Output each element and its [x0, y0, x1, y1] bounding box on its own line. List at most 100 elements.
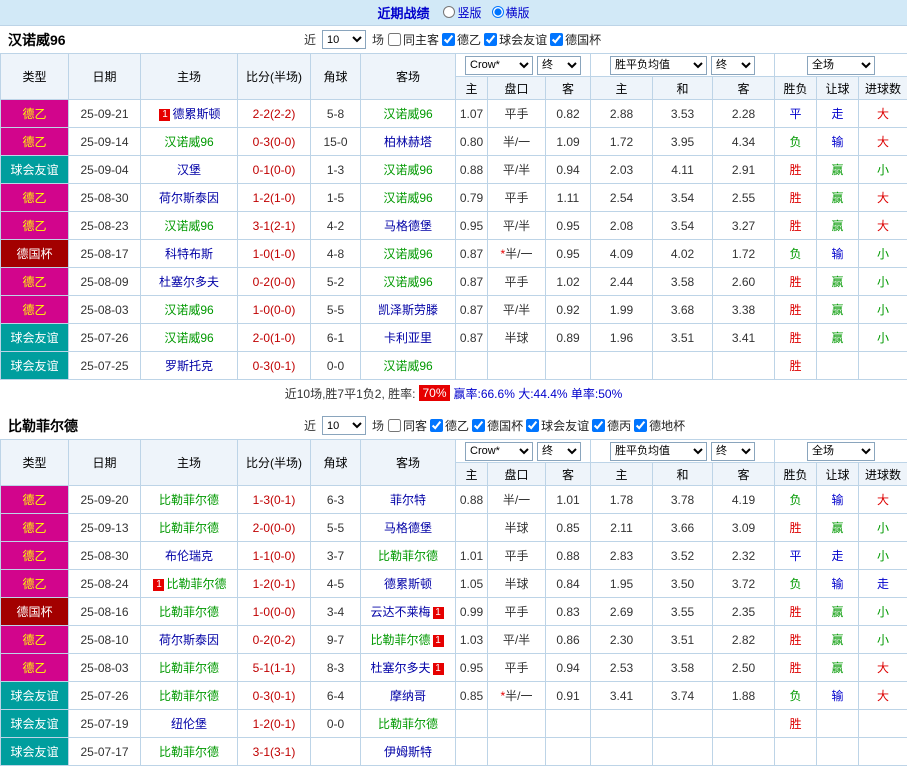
- match-date: 25-09-14: [69, 128, 141, 156]
- home-team-link[interactable]: 汉诺威96: [164, 331, 213, 345]
- filter-checkbox-label: 球会友谊: [541, 417, 589, 434]
- layout-option-horizontal[interactable]: 横版: [492, 4, 530, 21]
- home-team-link[interactable]: 汉诺威96: [164, 219, 213, 233]
- avg-home: 1.78: [591, 486, 653, 514]
- odds-final-select[interactable]: 终: [537, 56, 581, 75]
- home-team-link[interactable]: 汉诺威96: [164, 303, 213, 317]
- avg-type-select[interactable]: 胜平负均值: [610, 56, 707, 75]
- away-team-link[interactable]: 柏林赫塔: [384, 135, 432, 149]
- odds-home: 0.80: [456, 128, 488, 156]
- home-team-link[interactable]: 比勒菲尔德: [159, 521, 219, 535]
- avg-type-select[interactable]: 胜平负均值: [610, 442, 707, 461]
- match-corners: 0-0: [311, 710, 361, 738]
- home-team-link[interactable]: 纽伦堡: [171, 717, 207, 731]
- result-goals: 小: [859, 240, 907, 268]
- layout-option-vertical[interactable]: 竖版: [443, 4, 481, 21]
- home-team-link[interactable]: 比勒菲尔德: [159, 493, 219, 507]
- home-team-cell: 比勒菲尔德: [141, 598, 238, 626]
- home-team-link[interactable]: 杜塞尔多夫: [159, 275, 219, 289]
- scope-select[interactable]: 全场: [807, 56, 875, 75]
- home-team-link[interactable]: 荷尔斯泰因: [159, 191, 219, 205]
- away-team-link[interactable]: 摩纳哥: [390, 689, 426, 703]
- filter-checkbox[interactable]: 德乙: [430, 417, 469, 434]
- away-team-link[interactable]: 凯泽斯劳滕: [378, 303, 438, 317]
- away-team-link[interactable]: 杜塞尔多夫: [370, 661, 430, 675]
- filter-checkbox[interactable]: 德乙: [442, 31, 481, 48]
- result-wdl: 胜: [775, 514, 817, 542]
- away-team-link[interactable]: 马格德堡: [384, 219, 432, 233]
- filter-checkbox-label: 球会友谊: [499, 31, 547, 48]
- filter-checkbox[interactable]: 球会友谊: [484, 31, 547, 48]
- away-team-link[interactable]: 云达不莱梅: [370, 605, 430, 619]
- filter-checkbox-input[interactable]: [442, 33, 455, 46]
- home-team-link[interactable]: 罗斯托克: [165, 359, 213, 373]
- odds-away: 1.02: [546, 268, 591, 296]
- filter-checkbox[interactable]: 同客: [388, 417, 427, 434]
- away-team-link[interactable]: 比勒菲尔德: [370, 633, 430, 647]
- sub-col-header: 主: [591, 463, 653, 486]
- match-corners: 5-2: [311, 268, 361, 296]
- home-team-link[interactable]: 布伦瑞克: [165, 549, 213, 563]
- home-team-link[interactable]: 比勒菲尔德: [159, 661, 219, 675]
- filter-checkbox-input[interactable]: [430, 419, 443, 432]
- away-team-link[interactable]: 伊姆斯特: [384, 745, 432, 759]
- away-team-link[interactable]: 比勒菲尔德: [378, 549, 438, 563]
- bookmaker-select[interactable]: Crow*: [465, 56, 533, 75]
- home-team-link[interactable]: 比勒菲尔德: [159, 605, 219, 619]
- match-date: 25-08-24: [69, 570, 141, 598]
- filter-checkbox-input[interactable]: [388, 33, 401, 46]
- away-team-link[interactable]: 汉诺威96: [383, 247, 432, 261]
- filter-checkbox[interactable]: 德国杯: [472, 417, 523, 434]
- home-team-link[interactable]: 比勒菲尔德: [159, 745, 219, 759]
- home-team-link[interactable]: 德累斯顿: [172, 107, 220, 121]
- filter-checkbox-input[interactable]: [388, 419, 401, 432]
- home-team-link[interactable]: 比勒菲尔德: [166, 577, 226, 591]
- result-header-cell: 全场: [775, 440, 907, 463]
- away-team-link[interactable]: 汉诺威96: [383, 359, 432, 373]
- home-team-link[interactable]: 汉堡: [177, 163, 201, 177]
- away-team-link[interactable]: 菲尔特: [390, 493, 426, 507]
- avg-away: 2.35: [713, 598, 775, 626]
- scope-select[interactable]: 全场: [807, 442, 875, 461]
- avg-draw: 3.68: [653, 296, 713, 324]
- away-team-link[interactable]: 比勒菲尔德: [378, 717, 438, 731]
- avg-final-select[interactable]: 终: [711, 442, 755, 461]
- away-team-link[interactable]: 马格德堡: [384, 521, 432, 535]
- away-team-link[interactable]: 卡利亚里: [384, 331, 432, 345]
- match-date: 25-08-03: [69, 654, 141, 682]
- filter-checkbox[interactable]: 球会友谊: [526, 417, 589, 434]
- match-type: 德乙: [1, 128, 69, 156]
- layout-radio[interactable]: [492, 6, 504, 18]
- home-team-link[interactable]: 汉诺威96: [164, 135, 213, 149]
- home-team-link[interactable]: 科特布斯: [165, 247, 213, 261]
- recent-count-select[interactable]: 10: [322, 30, 366, 49]
- filter-checkbox-input[interactable]: [484, 33, 497, 46]
- away-team-link[interactable]: 汉诺威96: [383, 275, 432, 289]
- filter-checkbox[interactable]: 德国杯: [550, 31, 601, 48]
- col-header: 角球: [311, 54, 361, 100]
- home-team-link[interactable]: 荷尔斯泰因: [159, 633, 219, 647]
- filter-checkbox[interactable]: 德地杯: [634, 417, 685, 434]
- handicap: 平手: [488, 542, 546, 570]
- filter-checkbox-input[interactable]: [592, 419, 605, 432]
- away-team-link[interactable]: 汉诺威96: [383, 107, 432, 121]
- filter-checkbox[interactable]: 德丙: [592, 417, 631, 434]
- away-team-cell: 马格德堡: [361, 514, 456, 542]
- away-team-link[interactable]: 汉诺威96: [383, 163, 432, 177]
- sections-container: 汉诺威96近10场同主客德乙球会友谊德国杯类型日期主场比分(半场)角球客场Cro…: [0, 26, 907, 766]
- odds-away: 0.86: [546, 626, 591, 654]
- away-team-link[interactable]: 德累斯顿: [384, 577, 432, 591]
- filter-checkbox-input[interactable]: [550, 33, 563, 46]
- bookmaker-select[interactable]: Crow*: [465, 442, 533, 461]
- home-team-link[interactable]: 比勒菲尔德: [159, 689, 219, 703]
- away-team-link[interactable]: 汉诺威96: [383, 191, 432, 205]
- avg-final-select[interactable]: 终: [711, 56, 755, 75]
- filter-checkbox-input[interactable]: [634, 419, 647, 432]
- filter-checkbox-input[interactable]: [472, 419, 485, 432]
- filter-checkbox-input[interactable]: [526, 419, 539, 432]
- layout-radio[interactable]: [443, 6, 455, 18]
- result-goals: 大: [859, 212, 907, 240]
- recent-count-select[interactable]: 10: [322, 416, 366, 435]
- odds-final-select[interactable]: 终: [537, 442, 581, 461]
- filter-checkbox[interactable]: 同主客: [388, 31, 439, 48]
